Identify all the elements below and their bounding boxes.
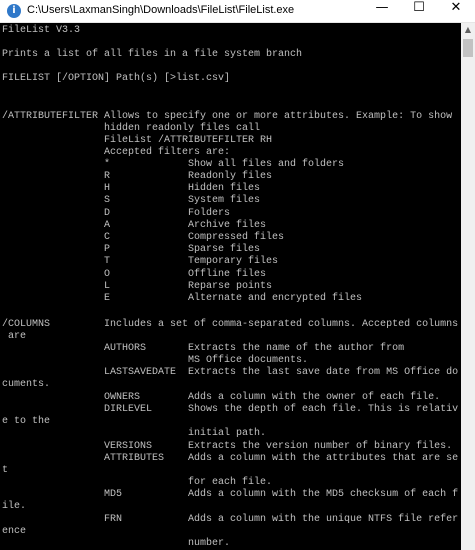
console-line: ence (2, 526, 27, 537)
window-title: C:\Users\LaxmanSingh\Downloads\FileList\… (27, 4, 295, 16)
console-line: P Sparse files (2, 244, 261, 255)
maximize-button[interactable]: ☐ (401, 0, 437, 22)
console-line: t (2, 465, 9, 476)
vertical-scrollbar[interactable]: ▲ (461, 23, 475, 550)
console-line: ile. (2, 501, 27, 512)
scroll-up-icon[interactable]: ▲ (461, 23, 475, 37)
console-output[interactable]: FileList V3.3 Prints a list of all files… (0, 23, 461, 550)
console-line: LASTSAVEDATE Extracts the last save date… (2, 367, 459, 378)
console-line: cuments. (2, 379, 51, 390)
console-line: MD5 Adds a column with the MD5 checksum … (2, 489, 459, 500)
console-line: FRN Adds a column with the unique NTFS f… (2, 514, 459, 525)
console-line: D Folders (2, 208, 231, 219)
close-button[interactable]: ✕ (438, 0, 474, 22)
console-line: S System files (2, 195, 261, 206)
console-line: O Offline files (2, 269, 267, 280)
app-info-icon[interactable]: i (7, 4, 21, 18)
console-line: R Readonly files (2, 171, 273, 182)
console-line: FILELIST [/OPTION] Path(s) [>list.csv] (2, 73, 231, 84)
console-line: hidden readonly files call (2, 123, 261, 134)
console-line: number. (2, 538, 231, 549)
console-line: VERSIONS Extracts the version number of … (2, 441, 453, 452)
console-line: OWNERS Adds a column with the owner of e… (2, 392, 441, 403)
console-line: /ATTRIBUTEFILTER Allows to specify one o… (2, 111, 453, 122)
scrollbar-thumb[interactable] (463, 39, 473, 57)
console-window: i C:\Users\LaxmanSingh\Downloads\FileLis… (0, 0, 475, 550)
console-line: Accepted filters are: (2, 147, 231, 158)
console-line: are (2, 331, 27, 342)
console-line: initial path. (2, 428, 267, 439)
console-line: C Compressed files (2, 232, 285, 243)
console-line: FileList /ATTRIBUTEFILTER RH (2, 135, 273, 146)
console-line: T Temporary files (2, 256, 279, 267)
console-line: e to the (2, 416, 51, 427)
console-line: L Reparse points (2, 281, 273, 292)
console-line: H Hidden files (2, 183, 261, 194)
console-line: Prints a list of all files in a file sys… (2, 49, 303, 60)
console-line: for each file. (2, 477, 273, 488)
minimize-button[interactable]: — (364, 0, 400, 22)
console-line: E Alternate and encrypted files (2, 293, 363, 304)
console-line: AUTHORS Extracts the name of the author … (2, 343, 405, 354)
console-line: DIRLEVEL Shows the depth of each file. T… (2, 404, 459, 415)
console-line: A Archive files (2, 220, 267, 231)
console-line: /COLUMNS Includes a set of comma-separat… (2, 319, 459, 330)
console-line: FileList V3.3 (2, 25, 81, 36)
title-bar[interactable]: i C:\Users\LaxmanSingh\Downloads\FileLis… (0, 0, 475, 23)
console-line: MS Office documents. (2, 355, 309, 366)
console-line: ATTRIBUTES Adds a column with the attrib… (2, 453, 459, 464)
console-line: * Show all files and folders (2, 159, 345, 170)
